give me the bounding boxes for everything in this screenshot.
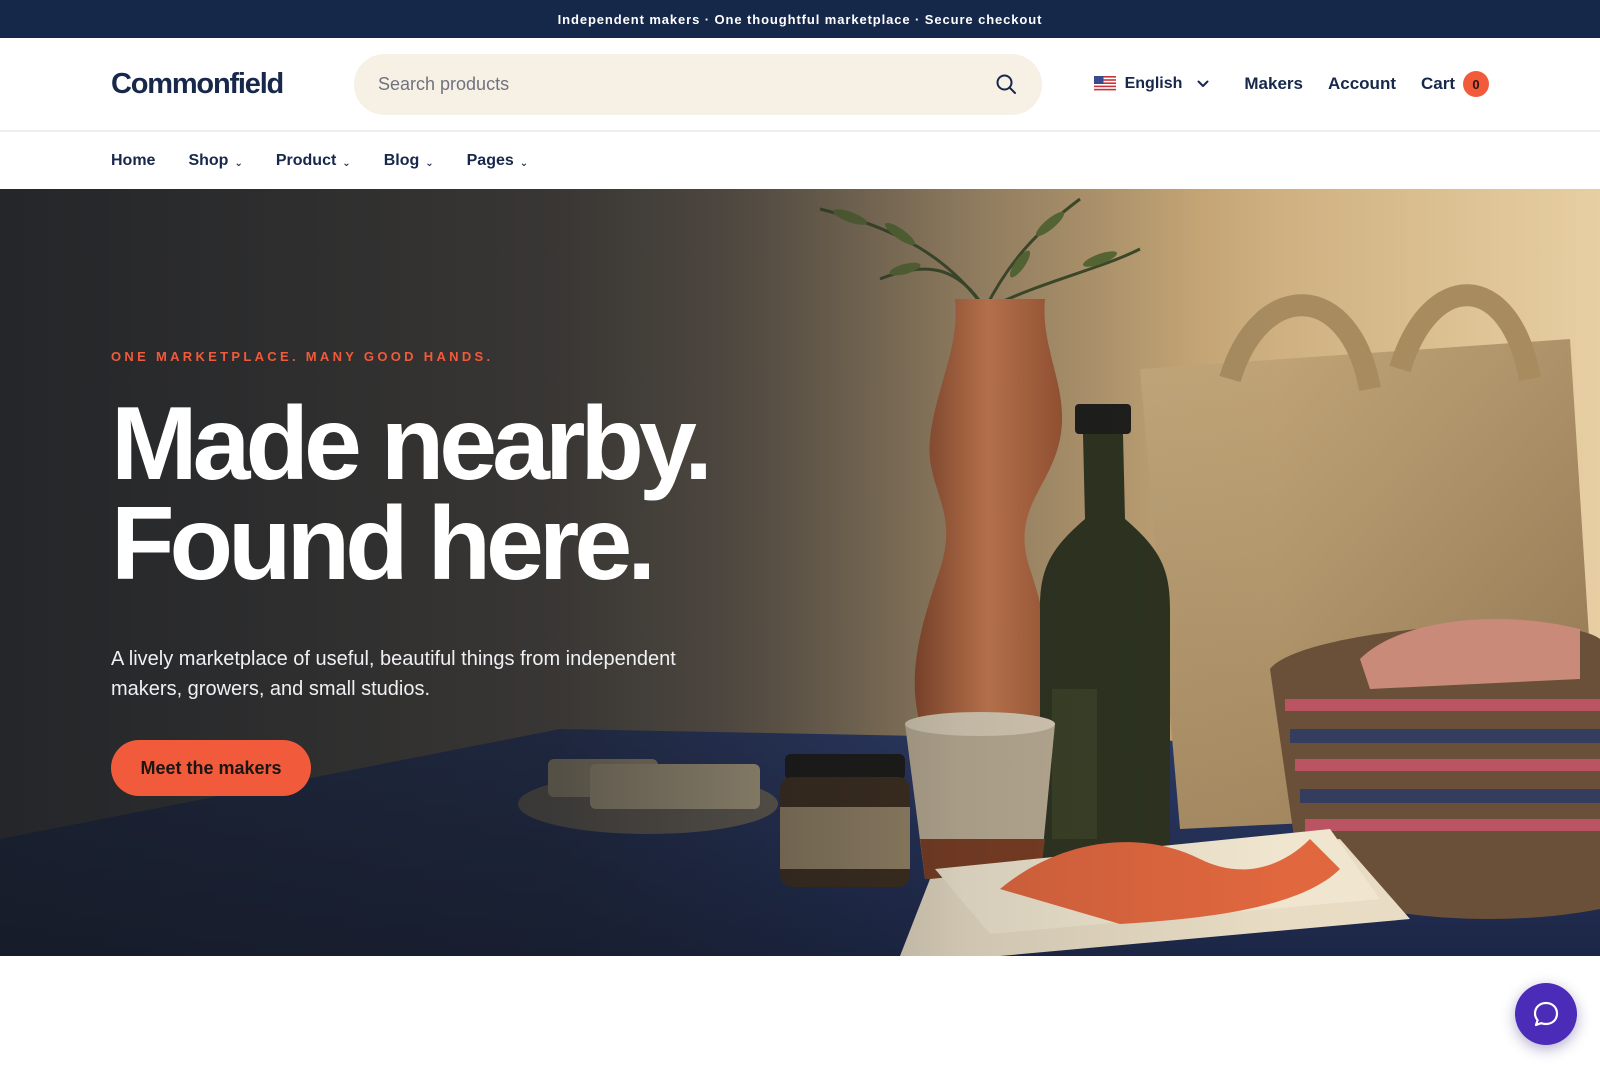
chevron-down-icon: ⌄ [234, 158, 243, 169]
hero-banner: ONE MARKETPLACE. MANY GOOD HANDS. Made n… [0, 189, 1600, 956]
chevron-down-icon: ⌄ [519, 158, 529, 169]
chat-button[interactable] [1515, 983, 1577, 1045]
hero-subtext: A lively marketplace of useful, beautifu… [111, 648, 676, 700]
nav-item-blog[interactable]: Blog ⌄ [384, 152, 434, 170]
search-icon[interactable] [994, 72, 1018, 96]
nav-item-label: Home [111, 151, 156, 169]
nav-item-label: Product [275, 151, 337, 169]
nav-item-label: Blog [383, 151, 420, 169]
search-input[interactable] [378, 73, 994, 95]
nav-item-home[interactable]: Home [111, 152, 155, 170]
logo[interactable]: Commonfield [111, 68, 354, 101]
chevron-down-icon [1197, 80, 1209, 87]
main-navigation: Home Shop ⌄ Product ⌄ Blog ⌄ Pages ⌄ [0, 132, 1600, 189]
hero-eyebrow: ONE MARKETPLACE. MANY GOOD HANDS. [111, 349, 494, 364]
chevron-down-icon: ⌄ [342, 158, 351, 169]
cart-count-badge: 0 [1463, 71, 1489, 97]
nav-item-label: Pages [466, 151, 514, 169]
site-header: Commonfield English Ma [0, 38, 1600, 132]
cart-button[interactable]: Cart 0 [1421, 71, 1489, 97]
nav-item-shop[interactable]: Shop ⌄ [188, 152, 242, 170]
hero-headline: Made nearby. Found here. [111, 386, 731, 602]
nav-item-product[interactable]: Product ⌄ [276, 152, 351, 170]
hero-content: ONE MARKETPLACE. MANY GOOD HANDS. Made n… [111, 349, 731, 796]
language-label: English [1124, 75, 1183, 92]
meet-the-makers-button[interactable]: Meet the makers [111, 740, 311, 796]
chat-bubble-icon [1533, 1001, 1559, 1027]
makers-link[interactable]: Makers [1244, 74, 1303, 94]
nav-item-pages[interactable]: Pages ⌄ [467, 152, 529, 170]
hero-headline-line-2: Found here. [111, 486, 656, 602]
search-bar [354, 53, 1042, 115]
nav-item-label: Shop [188, 151, 229, 169]
account-link[interactable]: Account [1328, 74, 1396, 94]
announcement-bar: Independent makers · One thoughtful mark… [0, 0, 1600, 38]
chevron-down-icon: ⌄ [425, 158, 434, 169]
cart-label: Cart [1420, 74, 1455, 93]
us-flag-icon [1093, 76, 1116, 92]
language-selector[interactable]: English [1093, 75, 1210, 93]
hero-headline-line-1: Made nearby. [111, 386, 713, 502]
header-actions: English Makers Account Cart 0 [1093, 71, 1489, 97]
announcement-text: Independent makers · One thoughtful mark… [557, 11, 1043, 27]
